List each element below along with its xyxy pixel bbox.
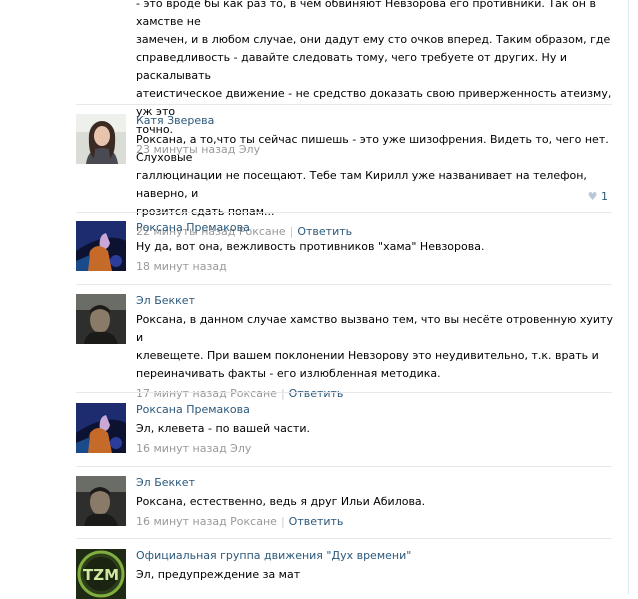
- comment-body: Эл Беккет Роксана, в данном случае хамст…: [136, 294, 616, 401]
- avatar[interactable]: [76, 294, 126, 344]
- comment-author[interactable]: Официальная группа движения "Дух времени…: [136, 549, 616, 563]
- comment-text: Эл, клевета - по вашей части.: [136, 420, 616, 438]
- comment-timestamp[interactable]: 16 минут назад Элу: [136, 442, 251, 455]
- comment-body: Роксана Премакова Ну да, вот она, вежлив…: [136, 221, 616, 274]
- comment-item: Эл Беккет Роксана, естественно, ведь я д…: [76, 476, 616, 528]
- comment-text-line: - это вроде бы как раз то, в чем обвиняю…: [136, 0, 596, 28]
- comment-author[interactable]: Роксана Премакова: [136, 221, 616, 235]
- meta-separator: |: [280, 515, 285, 528]
- comment-text: Роксана, а то,что ты сейчас пишешь - это…: [136, 131, 616, 221]
- comment-meta: 18 минут назад: [136, 260, 616, 274]
- comment-item: TZM Официальная группа движения "Дух вре…: [76, 549, 616, 599]
- comment-author[interactable]: Эл Беккет: [136, 294, 616, 308]
- avatar[interactable]: [76, 114, 126, 164]
- comment-divider: [76, 538, 612, 539]
- comment-body: Эл Беккет Роксана, естественно, ведь я д…: [136, 476, 616, 529]
- reply-link[interactable]: Ответить: [289, 515, 344, 528]
- like-count: 1: [601, 190, 608, 203]
- comment-text-line: клевещете. При вашем поклонении Невзоров…: [136, 349, 599, 362]
- comment-body: Роксана Премакова Эл, клевета - по вашей…: [136, 403, 616, 456]
- comment-text-line: Эл, клевета - по вашей части.: [136, 422, 310, 435]
- comment-divider: [76, 392, 612, 393]
- comment-text: Роксана, в данном случае хамство вызвано…: [136, 311, 616, 383]
- comment-text: Роксана, естественно, ведь я друг Ильи А…: [136, 493, 616, 511]
- meta-separator: |: [280, 387, 285, 400]
- comment-divider: [76, 466, 612, 467]
- comment-author[interactable]: Эл Беккет: [136, 476, 616, 490]
- avatar[interactable]: [76, 476, 126, 526]
- comment-author[interactable]: Катя Зверева: [136, 114, 616, 128]
- comment-item: Роксана Премакова Эл, клевета - по вашей…: [76, 403, 616, 455]
- avatar[interactable]: [76, 403, 126, 453]
- comment-author[interactable]: Роксана Премакова: [136, 403, 616, 417]
- comment-item: Эл Беккет Роксана, в данном случае хамст…: [76, 294, 616, 400]
- like-button[interactable]: ♥ 1: [588, 190, 608, 203]
- comment-text-line: замечен, и в любом случае, они дадут ему…: [136, 33, 611, 46]
- comment-divider: [76, 104, 612, 105]
- heart-icon: ♥: [587, 190, 598, 203]
- comment-text-line: Роксана, в данном случае хамство вызвано…: [136, 313, 613, 344]
- comment-text-line: галлюцинации не посещают. Тебе там Кирил…: [136, 169, 587, 200]
- comment-item: Катя Зверева Роксана, а то,что ты сейчас…: [76, 114, 616, 238]
- comment-text-line: переиначивать факты - его излюбленная ме…: [136, 367, 441, 380]
- comment-item: Роксана Премакова Ну да, вот она, вежлив…: [76, 221, 616, 273]
- comment-text: Ну да, вот она, вежливость противников "…: [136, 238, 616, 256]
- comment-meta: 16 минут назад Элу: [136, 442, 616, 456]
- comment-meta: 17 минут назад Роксане | Ответить: [136, 387, 616, 401]
- comment-timestamp[interactable]: 17 минут назад Роксане: [136, 387, 277, 400]
- comment-text-line: Эл, предупреждение за мат: [136, 568, 301, 581]
- avatar[interactable]: [76, 221, 126, 271]
- avatar[interactable]: TZM: [76, 549, 126, 599]
- comment-text-line: Ну да, вот она, вежливость противников "…: [136, 240, 485, 253]
- comment-text: Эл, предупреждение за мат: [136, 566, 616, 584]
- comment-text-line: справедливость - давайте следовать тому,…: [136, 51, 567, 82]
- comment-text-line: Роксана, а то,что ты сейчас пишешь - это…: [136, 133, 609, 164]
- comment-meta: 16 минут назад Роксане | Ответить: [136, 515, 616, 529]
- reply-link[interactable]: Ответить: [289, 387, 344, 400]
- comment-timestamp[interactable]: 18 минут назад: [136, 260, 227, 273]
- comment-divider: [76, 212, 612, 213]
- comment-body: Официальная группа движения "Дух времени…: [136, 549, 616, 584]
- comment-timestamp[interactable]: 16 минут назад Роксане: [136, 515, 277, 528]
- comment-divider: [76, 284, 612, 285]
- avatar-logo-text: TZM: [83, 566, 119, 584]
- comment-text-line: Роксана, естественно, ведь я друг Ильи А…: [136, 495, 426, 508]
- page-right-border: [628, 0, 629, 594]
